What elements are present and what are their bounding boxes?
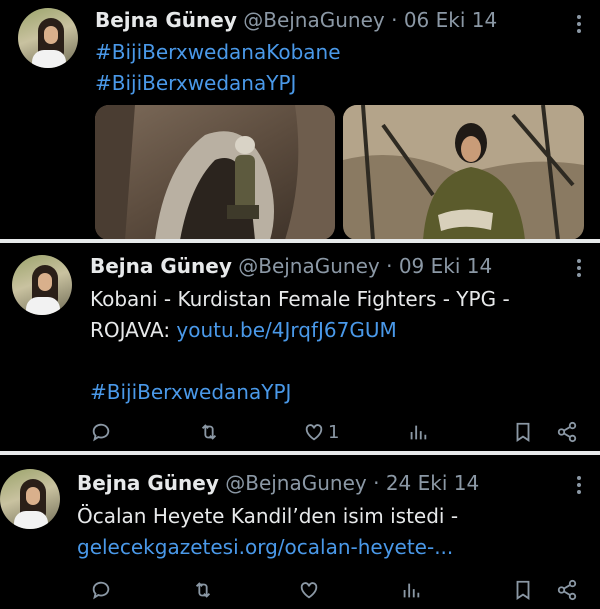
user-handle[interactable]: @BejnaGuney — [225, 471, 367, 495]
avatar[interactable] — [18, 8, 78, 68]
display-name[interactable]: Bejna Güney — [77, 471, 219, 495]
external-link[interactable]: youtu.be/4JrqfJ67GUM — [176, 318, 396, 342]
bookmark-button[interactable] — [512, 579, 534, 601]
share-icon — [557, 579, 577, 601]
bookmark-button[interactable] — [512, 421, 534, 443]
tweet-date[interactable]: 24 Eki 14 — [386, 471, 479, 495]
tweet-card-2[interactable]: Bejna Güney @BejnaGuney · 09 Eki 14 Koba… — [0, 243, 600, 453]
share-icon — [557, 421, 577, 443]
views-button[interactable] — [400, 579, 422, 601]
like-button[interactable]: 1 — [303, 421, 339, 443]
tweet-image-fighter[interactable] — [343, 105, 584, 240]
like-icon — [305, 424, 323, 441]
hashtag-link[interactable]: #BijiBerxwedanaYPJ — [90, 377, 510, 408]
tweet-image-cave[interactable] — [95, 105, 335, 240]
retweet-icon — [195, 582, 211, 598]
user-handle[interactable]: @BejnaGuney — [243, 8, 385, 32]
tweet-text: Kobani - Kurdistan Female Fighters - YPG… — [90, 284, 510, 408]
retweet-button[interactable] — [198, 421, 220, 443]
separator-dot: · — [391, 8, 398, 32]
action-bar: 1 — [0, 421, 600, 451]
tweet-card-3[interactable]: Bejna Güney @BejnaGuney · 24 Eki 14 Öcal… — [0, 455, 600, 609]
tweet-header: Bejna Güney @BejnaGuney · 06 Eki 14 — [95, 8, 497, 32]
separator-dot: · — [386, 254, 393, 278]
reply-button[interactable] — [90, 421, 112, 443]
tweet-text-line: ROJAVA: youtu.be/4JrqfJ67GUM — [90, 315, 510, 346]
more-icon[interactable] — [576, 475, 582, 495]
tweet-text: Öcalan Heyete Kandil’den isim istedi - g… — [77, 501, 458, 563]
avatar[interactable] — [0, 469, 60, 529]
reply-icon — [92, 581, 110, 600]
retweet-button[interactable] — [192, 579, 214, 601]
tweet-header: Bejna Güney @BejnaGuney · 09 Eki 14 — [90, 254, 492, 278]
separator-dot: · — [373, 471, 380, 495]
external-link[interactable]: gelecekgazetesi.org/ocalan-heyete-... — [77, 532, 458, 563]
tweet-text-line: Kobani - Kurdistan Female Fighters - YPG… — [90, 287, 510, 311]
bookmark-icon — [516, 422, 530, 442]
reply-icon — [92, 423, 110, 442]
display-name[interactable]: Bejna Güney — [95, 8, 237, 32]
views-button[interactable] — [407, 421, 429, 443]
display-name[interactable]: Bejna Güney — [90, 254, 232, 278]
tweet-text-line: Öcalan Heyete Kandil’den isim istedi - — [77, 504, 459, 528]
bookmark-icon — [516, 580, 530, 600]
tweet-text-prefix: ROJAVA: — [90, 318, 177, 342]
share-button[interactable] — [556, 421, 578, 443]
reply-button[interactable] — [90, 579, 112, 601]
views-icon — [410, 425, 427, 440]
share-button[interactable] — [556, 579, 578, 601]
like-button[interactable] — [298, 579, 320, 601]
more-icon[interactable] — [576, 258, 582, 278]
tweet-date[interactable]: 09 Eki 14 — [399, 254, 492, 278]
tweet-header: Bejna Güney @BejnaGuney · 24 Eki 14 — [77, 471, 479, 495]
more-icon[interactable] — [576, 14, 582, 34]
views-icon — [403, 583, 420, 598]
action-bar — [0, 579, 600, 609]
like-count: 1 — [328, 421, 340, 443]
avatar[interactable] — [12, 255, 72, 315]
retweet-icon — [201, 424, 217, 440]
tweet-text: #BijiBerxwedanaKobane #BijiBerxwedanaYPJ — [95, 37, 341, 99]
tweet-date[interactable]: 06 Eki 14 — [404, 8, 497, 32]
user-handle[interactable]: @BejnaGuney — [238, 254, 380, 278]
hashtag-link[interactable]: #BijiBerxwedanaYPJ — [95, 68, 341, 99]
tweet-card-1[interactable]: Bejna Güney @BejnaGuney · 06 Eki 14 #Bij… — [0, 0, 600, 241]
hashtag-link[interactable]: #BijiBerxwedanaKobane — [95, 37, 341, 68]
like-icon — [300, 582, 318, 599]
